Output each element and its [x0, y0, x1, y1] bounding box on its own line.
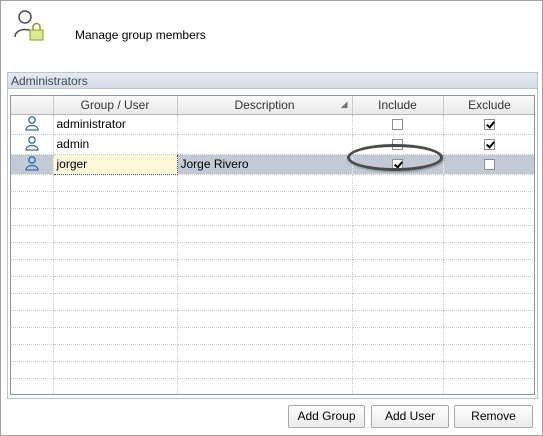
column-header-include[interactable]: Include: [352, 96, 444, 115]
page-title: Manage group members: [75, 28, 206, 42]
exclude-checkbox[interactable]: [484, 159, 495, 171]
empty-row: [11, 208, 534, 226]
member-name-cell[interactable]: jorger: [52, 153, 178, 175]
remove-button[interactable]: Remove: [454, 405, 533, 428]
add-group-button[interactable]: Add Group: [288, 405, 365, 428]
table-row[interactable]: admin: [11, 134, 534, 155]
user-icon: [11, 114, 54, 135]
exclude-checkbox[interactable]: [484, 119, 495, 131]
empty-row: [11, 276, 534, 294]
exclude-checkbox[interactable]: [484, 139, 495, 151]
empty-row: [11, 225, 534, 243]
empty-row: [11, 259, 534, 277]
empty-row: [11, 293, 534, 311]
empty-row: [11, 378, 534, 394]
empty-row: [11, 327, 534, 345]
user-icon: [11, 154, 54, 175]
table-row[interactable]: administrator: [11, 114, 534, 135]
member-description-cell[interactable]: Jorge Rivero: [177, 154, 353, 175]
column-header-icon[interactable]: [11, 96, 54, 115]
member-description-cell[interactable]: [177, 114, 353, 135]
group-title: Administrators: [8, 73, 537, 89]
user-lock-icon: [13, 9, 45, 41]
dialog-window: Manage group members Administrators Grou…: [0, 0, 543, 436]
members-grid[interactable]: Group / User Description ◢ Include Exclud…: [10, 95, 535, 395]
empty-row: [11, 191, 534, 209]
add-user-button[interactable]: Add User: [371, 405, 449, 428]
member-name-cell[interactable]: administrator: [53, 114, 178, 135]
include-cell: [352, 154, 444, 175]
include-checkbox[interactable]: [392, 159, 403, 171]
empty-row: [11, 310, 534, 328]
exclude-cell: [443, 114, 534, 135]
empty-row: [11, 344, 534, 362]
table-row[interactable]: jorger Jorge Rivero: [11, 153, 534, 175]
include-checkbox[interactable]: [392, 119, 403, 131]
empty-row: [11, 174, 534, 192]
sort-indicator-icon: ◢: [340, 99, 348, 109]
column-header-exclude[interactable]: Exclude: [443, 96, 534, 115]
user-icon: [11, 134, 54, 155]
column-header-description[interactable]: Description ◢: [177, 96, 353, 115]
include-cell: [352, 114, 444, 135]
group-panel: Administrators Group / User Description ◢…: [7, 72, 538, 399]
include-checkbox[interactable]: [392, 139, 403, 151]
empty-row: [11, 361, 534, 379]
include-cell: [352, 134, 444, 155]
member-name-cell[interactable]: admin: [53, 134, 178, 155]
member-description-cell[interactable]: [177, 134, 353, 155]
empty-row: [11, 242, 534, 260]
exclude-cell: [443, 154, 534, 175]
exclude-cell: [443, 134, 534, 155]
column-header-group-user[interactable]: Group / User: [53, 96, 178, 115]
